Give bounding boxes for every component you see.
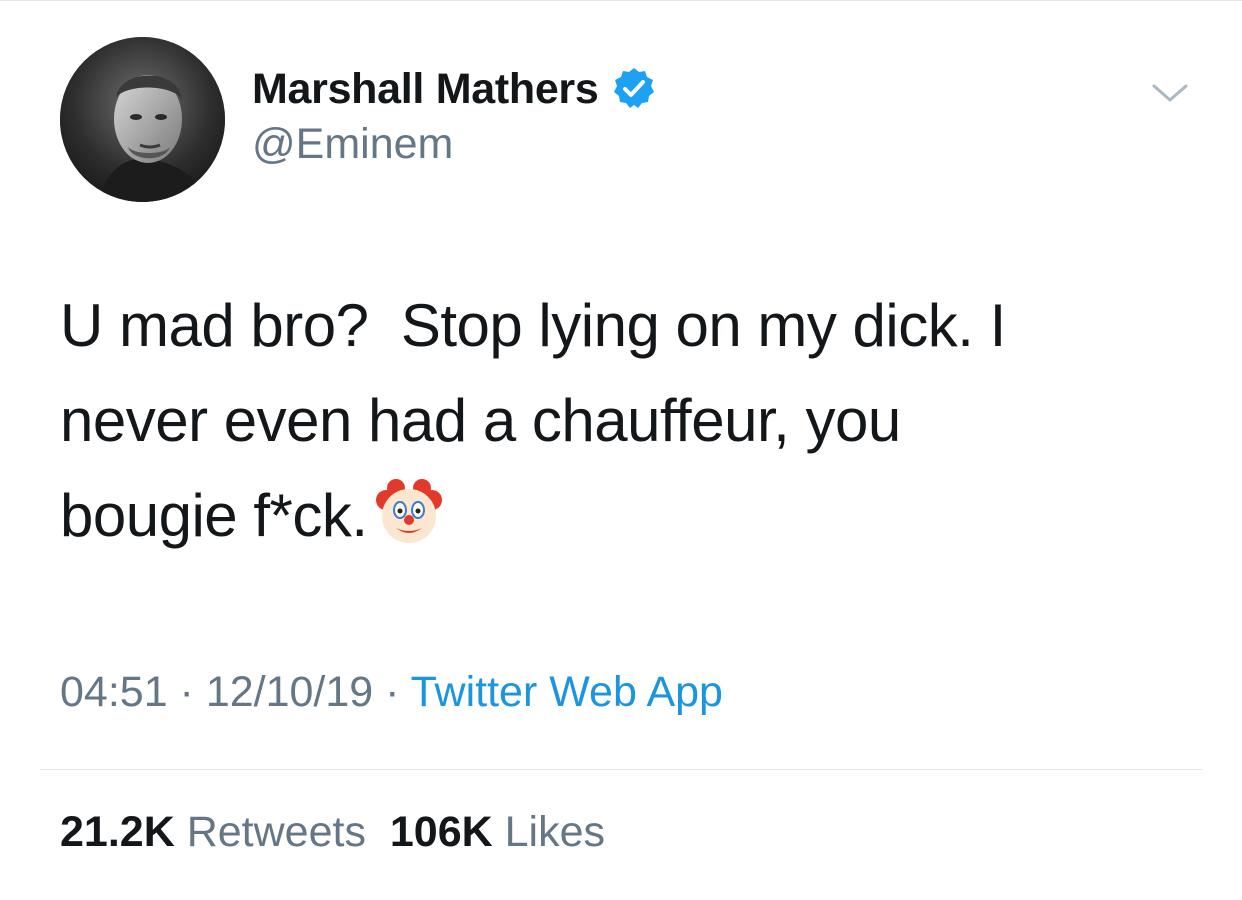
- tweet-text-line: never even had a chauffeur, you: [60, 387, 901, 454]
- top-divider: [0, 0, 1242, 1]
- meta-separator: ·: [167, 668, 206, 716]
- tweet-date: 12/10/19: [205, 668, 374, 716]
- retweets-stat[interactable]: 21.2K Retweets: [60, 808, 366, 856]
- avatar[interactable]: [60, 37, 225, 202]
- tweet-meta: 04:51 · 12/10/19 · Twitter Web App: [60, 668, 723, 717]
- tweet-source-link[interactable]: Twitter Web App: [411, 668, 723, 716]
- likes-stat[interactable]: 106K Likes: [390, 808, 605, 856]
- meta-separator: ·: [373, 668, 411, 716]
- tweet-text: U mad bro? Stop lying on my dick. I neve…: [60, 278, 1140, 563]
- stats-divider: [40, 769, 1202, 770]
- retweets-count: 21.2K: [60, 808, 175, 856]
- likes-label: Likes: [504, 808, 605, 856]
- tweet-time: 04:51: [60, 668, 168, 716]
- likes-count: 106K: [389, 808, 493, 856]
- display-name[interactable]: Marshall Mathers: [252, 65, 599, 114]
- tweet-text-line: U mad bro? Stop lying on my dick. I: [60, 292, 1006, 359]
- retweets-label: Retweets: [186, 808, 366, 856]
- author-handle[interactable]: @Eminem: [252, 120, 453, 169]
- tweet-text-line: bougie f*ck.: [60, 482, 368, 549]
- tweet-stats: 21.2K Retweets 106K Likes: [60, 808, 605, 857]
- verified-badge-icon: [611, 66, 657, 112]
- clown-face-icon: [374, 478, 444, 548]
- chevron-down-icon[interactable]: [1150, 80, 1190, 108]
- author-name-row[interactable]: Marshall Mathers: [252, 62, 657, 116]
